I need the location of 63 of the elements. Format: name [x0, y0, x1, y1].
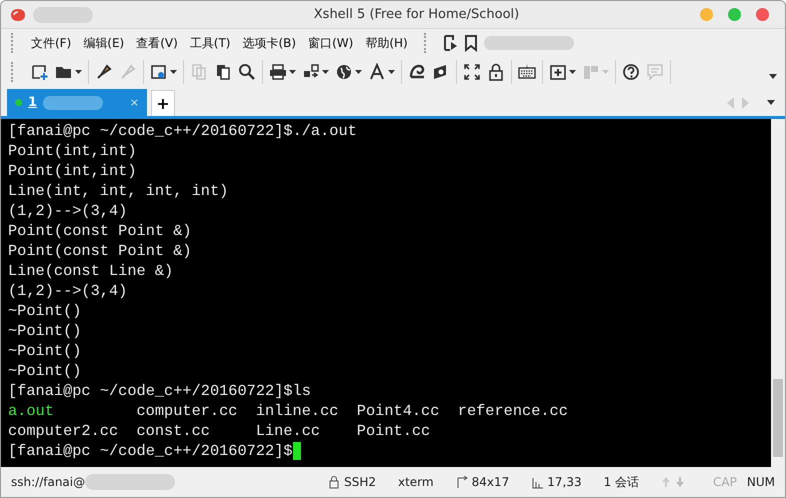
- session-tab[interactable]: 1 ×: [7, 89, 147, 116]
- output-line: Point(int,int): [8, 141, 137, 161]
- file-name: reference.cc: [458, 401, 568, 421]
- caret-icon[interactable]: [75, 70, 82, 74]
- key-indicator: CAP: [713, 475, 737, 489]
- command-line: [fanai@pc ~/code_c++/20160722]$./a.out: [8, 121, 357, 141]
- window-title: Xshell 5 (Free for Home/School): [314, 7, 520, 22]
- menu-item[interactable]: 窗口(W): [302, 34, 360, 52]
- close-button[interactable]: [756, 8, 770, 21]
- output-line: ~Point(): [8, 321, 82, 341]
- caret-icon[interactable]: [767, 100, 775, 105]
- output-line: Point(const Point &): [8, 241, 192, 261]
- terminal-size-label: 84x17: [472, 475, 510, 489]
- lock-icon: [328, 475, 340, 489]
- redacted-block: [43, 96, 104, 110]
- scrollbar[interactable]: [771, 119, 785, 467]
- output-line: (1,2)-->(3,4): [8, 281, 128, 301]
- caret-icon[interactable]: [322, 70, 329, 74]
- output-line: Point(const Point &): [8, 221, 192, 241]
- file-name: computer.cc: [136, 401, 238, 421]
- globe-icon[interactable]: [335, 63, 353, 81]
- output-line: ~Point(): [8, 341, 82, 361]
- cursor-position-label: 17,33: [547, 475, 582, 489]
- connection-address: ssh://fanai@: [11, 475, 86, 489]
- menu-item[interactable]: 文件(F): [25, 34, 78, 52]
- menu-item[interactable]: 查看(V): [130, 34, 184, 52]
- toolbar-grip: [424, 33, 428, 53]
- output-line: Line(int, int, int, int): [8, 181, 228, 201]
- font-icon[interactable]: [368, 63, 386, 81]
- session-count-label: 1 会话: [604, 474, 640, 490]
- menu-item[interactable]: 编辑(E): [77, 34, 130, 52]
- file-name: computer2.cc: [8, 421, 120, 441]
- file-name: a.out: [8, 401, 55, 421]
- caret-icon[interactable]: [355, 70, 362, 74]
- menu-item[interactable]: 工具(T): [184, 34, 236, 52]
- file-name: Point4.cc: [356, 401, 440, 421]
- menu-item[interactable]: 选项卡(B): [236, 34, 302, 52]
- output-line: (1,2)-->(3,4): [8, 201, 128, 221]
- caret-icon[interactable]: [289, 70, 296, 74]
- caret-icon[interactable]: [170, 70, 177, 74]
- toolbar-grip: [11, 33, 15, 53]
- file-name: Point.cc: [356, 421, 430, 441]
- add-box-icon[interactable]: [549, 63, 567, 81]
- output-line: ~Point(): [8, 361, 82, 381]
- file-name: Line.cc: [256, 421, 322, 441]
- toolbar-grip: [11, 62, 15, 82]
- caret-icon[interactable]: [569, 70, 576, 74]
- file-name: const.cc: [136, 421, 211, 441]
- scrollbar-thumb[interactable]: [773, 379, 783, 457]
- output-line: Line(const Line &): [8, 261, 174, 281]
- printer-icon[interactable]: [269, 63, 287, 81]
- key-indicator: NUM: [746, 475, 775, 489]
- output-line: Point(int,int): [8, 161, 137, 181]
- output-line: ~Point(): [8, 301, 82, 321]
- command-line: [fanai@pc ~/code_c++/20160722]$ls: [8, 381, 311, 401]
- menu-item[interactable]: 帮助(H): [359, 34, 414, 52]
- caret-icon[interactable]: [388, 70, 395, 74]
- command-line: [fanai@pc ~/code_c++/20160722]$: [8, 441, 293, 461]
- caret-icon[interactable]: [769, 74, 777, 78]
- file-name: inline.cc: [256, 401, 340, 421]
- terminal-type-label: xterm: [398, 475, 434, 489]
- protocol-label: SSH2: [344, 475, 376, 489]
- new-tab-button[interactable]: +: [151, 90, 175, 116]
